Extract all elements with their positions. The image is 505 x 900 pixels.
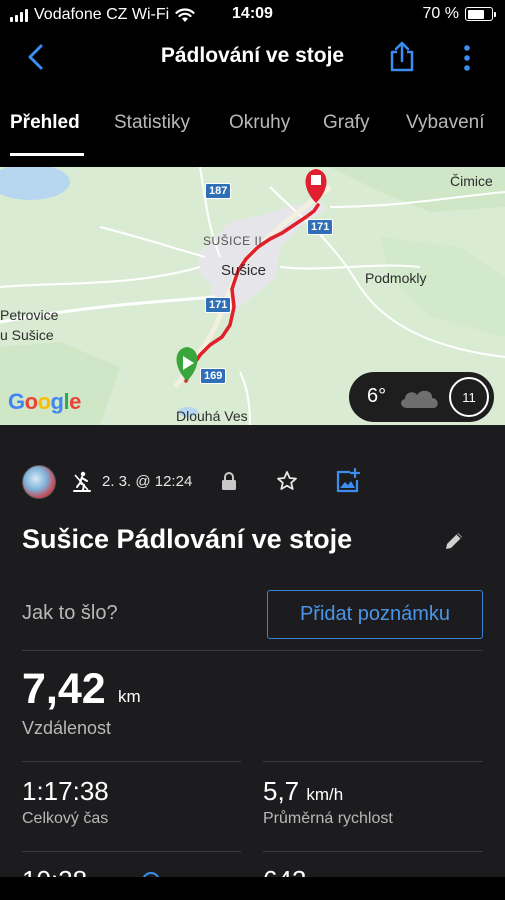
divider (263, 851, 483, 852)
route-map[interactable]: Čimice SUŠICE II Sušice Podmokly Petrovi… (0, 167, 505, 425)
map-label-susice: Sušice (221, 262, 267, 279)
tab-vybaveni[interactable]: Vybavení (406, 112, 485, 134)
distance-value: 7,42 (22, 665, 106, 713)
paddleboard-icon (73, 471, 91, 492)
activity-date: 2. 3. @ 12:24 (102, 473, 193, 490)
road-badge-171-south: 171 (205, 297, 232, 313)
activity-meta-row: 2. 3. @ 12:24 (22, 465, 492, 501)
more-vertical-icon[interactable] (455, 42, 479, 74)
battery-percent: 70 % (422, 5, 459, 22)
google-letter: G (8, 389, 25, 414)
activity-title: Sušice Pádlování ve stoje (22, 524, 353, 554)
star-icon[interactable] (276, 470, 298, 492)
map-label-dlouha-ves: Dlouhá Ves (176, 408, 248, 424)
weather-temperature: 6° (367, 385, 387, 407)
page-title: Pádlování ve stoje (160, 44, 345, 67)
distance-unit: km (118, 687, 141, 706)
lock-icon[interactable] (220, 471, 238, 491)
total-time-label: Celkový čas (22, 810, 109, 827)
avatar[interactable] (22, 465, 56, 499)
google-letter: g (50, 389, 64, 414)
avg-speed-label: Průměrná rychlost (263, 810, 393, 827)
wind-indicator: 11 (449, 377, 489, 417)
google-logo: Google (8, 389, 81, 415)
road-badge-169: 169 (200, 368, 227, 384)
google-letter: o (24, 389, 38, 414)
divider (22, 761, 241, 762)
cloud-icon (401, 390, 438, 408)
avg-speed: 5,7 km/h (263, 776, 343, 807)
wind-speed: 11 (462, 389, 476, 405)
status-right: 70 % (422, 5, 496, 23)
map-label-susice-ii: SUŠICE II (203, 234, 263, 248)
add-photo-icon[interactable] (335, 468, 361, 494)
tab-bar: Přehled Statistiky Okruhy Grafy Vybavení (0, 100, 505, 156)
share-icon[interactable] (388, 40, 416, 72)
divider (22, 650, 483, 651)
divider (263, 761, 483, 762)
divider (22, 851, 241, 852)
avg-speed-unit: km/h (306, 785, 344, 804)
tab-statistiky[interactable]: Statistiky (114, 112, 190, 134)
distance-label: Vzdálenost (22, 718, 112, 738)
tab-okruhy[interactable]: Okruhy (229, 112, 290, 134)
weather-pill: 6° 11 (349, 372, 494, 422)
tab-active-indicator (10, 153, 84, 156)
map-label-u-susice: u Sušice (0, 327, 54, 343)
battery-icon (465, 7, 496, 21)
road-badge-171-north: 171 (307, 219, 334, 235)
add-note-button[interactable]: Přidat poznámku (267, 590, 483, 639)
avg-speed-value: 5,7 (263, 776, 300, 806)
edit-pencil-icon[interactable] (443, 530, 465, 552)
tab-grafy[interactable]: Grafy (323, 112, 369, 134)
map-label-podmokly: Podmokly (365, 270, 427, 286)
how-was-it-label: Jak to šlo? (22, 602, 118, 624)
google-letter: o (37, 389, 51, 414)
battery-fill (467, 9, 484, 19)
map-label-petrovice: Petrovice (0, 307, 59, 323)
map-label-cimice: Čimice (450, 173, 493, 189)
activity-details: 2. 3. @ 12:24 Sušice Pádlování ve stoje … (0, 425, 505, 900)
google-letter: e (69, 389, 81, 414)
status-bar: Vodafone CZ Wi-Fi 14:09 70 % (0, 0, 505, 30)
bottom-bar (0, 877, 505, 900)
total-time-value: 1:17:38 (22, 776, 109, 806)
tab-prehled[interactable]: Přehled (10, 112, 80, 134)
road-badge-187: 187 (205, 183, 232, 199)
nav-bar: Pádlování ve stoje (0, 30, 505, 85)
